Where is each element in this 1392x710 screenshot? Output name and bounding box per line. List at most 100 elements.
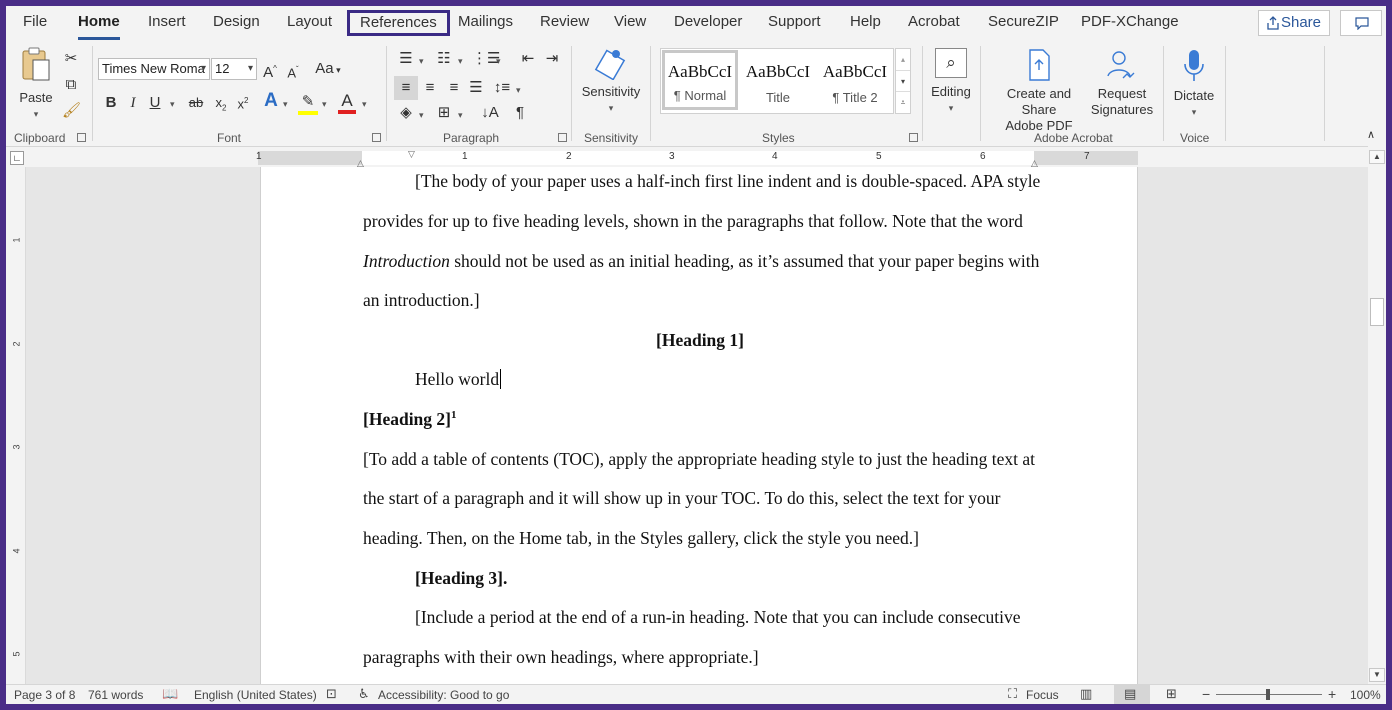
font-color-dropdown-icon[interactable]: ▾ xyxy=(362,99,367,110)
zoom-slider-thumb[interactable] xyxy=(1266,689,1270,700)
scroll-down-icon[interactable]: ▼ xyxy=(1369,668,1385,682)
font-color-icon[interactable]: A xyxy=(338,92,356,114)
italic-button[interactable]: I xyxy=(126,94,140,112)
multilevel-list-icon[interactable]: ⋮☰ xyxy=(472,50,500,68)
print-layout-icon[interactable]: ▤ xyxy=(1124,686,1136,702)
strikethrough-button[interactable]: ab xyxy=(186,94,206,112)
paragraph-launcher[interactable] xyxy=(558,133,567,142)
grow-font-icon[interactable]: A^ xyxy=(260,60,280,82)
text-effects-dropdown-icon[interactable]: ▾ xyxy=(283,99,288,110)
tab-securezip[interactable]: SecureZIP xyxy=(988,13,1059,35)
bullets-icon[interactable]: ☰ xyxy=(396,50,416,68)
tab-home[interactable]: Home xyxy=(78,13,120,40)
bold-button[interactable]: B xyxy=(104,94,118,112)
zoom-out-icon[interactable]: − xyxy=(1202,686,1210,702)
focus-icon[interactable]: ⛶ xyxy=(1008,686,1017,702)
sensitivity-button[interactable]: Sensitivity ▾ xyxy=(578,46,644,126)
copy-icon[interactable]: ⧉ xyxy=(62,76,80,94)
chevron-down-icon[interactable]: ▾ xyxy=(419,56,424,67)
tab-pdf-xchange[interactable]: PDF-XChange xyxy=(1081,13,1179,35)
font-size-select[interactable]: 12 ▾ xyxy=(211,58,257,80)
comments-button[interactable] xyxy=(1340,10,1382,36)
line-spacing-icon[interactable]: ↕≡ xyxy=(492,79,512,97)
shading-icon[interactable]: ◈ xyxy=(396,104,416,122)
chevron-down-icon[interactable]: ▾ xyxy=(458,56,463,67)
language[interactable]: English (United States) xyxy=(194,688,317,702)
tab-insert[interactable]: Insert xyxy=(148,13,186,35)
style-name: ¶ Title 2 xyxy=(832,90,878,105)
web-layout-icon[interactable]: ⊞ xyxy=(1166,686,1177,702)
borders-icon[interactable]: ⊞ xyxy=(434,104,454,122)
align-center-icon[interactable]: ≡ xyxy=(420,79,440,97)
accessibility-status[interactable]: Accessibility: Good to go xyxy=(378,688,509,702)
request-signatures-button[interactable]: Request Signatures xyxy=(1090,48,1154,124)
focus-label[interactable]: Focus xyxy=(1026,688,1059,702)
style-title[interactable]: AaBbCcI Title xyxy=(740,50,816,110)
zoom-in-icon[interactable]: + xyxy=(1328,686,1336,702)
paste-button[interactable]: Paste ▾ xyxy=(14,46,58,122)
first-line-indent-marker[interactable]: ▽ xyxy=(408,149,415,160)
cut-icon[interactable]: ✂ xyxy=(62,50,80,68)
change-case-button[interactable]: Aa ▾ xyxy=(311,60,345,79)
justify-icon[interactable]: ☰ xyxy=(466,79,486,97)
read-mode-icon[interactable]: ▥ xyxy=(1080,686,1092,702)
tab-support[interactable]: Support xyxy=(768,13,821,35)
accessibility-icon[interactable]: ♿ xyxy=(358,686,370,702)
create-share-pdf-button[interactable]: Create and Share Adobe PDF xyxy=(988,48,1090,133)
format-painter-icon[interactable]: 🖌 xyxy=(62,102,81,120)
dictate-button[interactable]: Dictate ▾ xyxy=(1168,48,1220,124)
tab-references[interactable]: References xyxy=(347,10,450,36)
vertical-scrollbar[interactable]: ▲ ▼ xyxy=(1368,140,1386,684)
font-launcher[interactable] xyxy=(372,133,381,142)
tab-view[interactable]: View xyxy=(614,13,646,35)
highlight-icon[interactable]: ✎ xyxy=(298,93,318,115)
tab-developer[interactable]: Developer xyxy=(674,13,742,35)
sort-icon[interactable]: ↓A xyxy=(480,104,500,122)
scroll-thumb[interactable] xyxy=(1370,298,1384,326)
highlight-dropdown-icon[interactable]: ▾ xyxy=(322,99,327,110)
superscript-button[interactable]: x2 xyxy=(234,92,252,113)
tab-review[interactable]: Review xyxy=(540,13,589,35)
word-count[interactable]: 761 words xyxy=(88,688,143,702)
underline-dropdown-icon[interactable]: ▾ xyxy=(170,99,175,110)
style-normal[interactable]: AaBbCcI ¶ Normal xyxy=(662,50,738,110)
shrink-font-icon[interactable]: Aˇ xyxy=(284,61,302,82)
page-count[interactable]: Page 3 of 8 xyxy=(14,688,75,702)
tab-help[interactable]: Help xyxy=(850,13,881,35)
proofing-icon[interactable]: 📖 xyxy=(162,686,178,702)
share-button[interactable]: Share xyxy=(1258,10,1330,36)
tab-file[interactable]: File xyxy=(23,13,47,35)
font-name-select[interactable]: Times New Roma ▾ xyxy=(98,58,210,80)
tab-design[interactable]: Design xyxy=(213,13,260,35)
decrease-indent-icon[interactable]: ⇤ xyxy=(518,50,538,68)
chevron-down-icon[interactable]: ▾ xyxy=(896,70,910,91)
styles-launcher[interactable] xyxy=(909,133,918,142)
text-effects-icon[interactable]: A xyxy=(262,91,280,110)
chevron-down-icon[interactable]: ▾ xyxy=(458,110,463,121)
subscript-button[interactable]: x2 xyxy=(212,94,230,118)
tab-layout[interactable]: Layout xyxy=(287,13,332,35)
separator xyxy=(1324,46,1325,141)
scroll-up-icon[interactable]: ▲ xyxy=(1369,150,1385,164)
clipboard-launcher[interactable] xyxy=(77,133,86,142)
style-title-2[interactable]: AaBbCcI ¶ Title 2 xyxy=(817,50,893,110)
macro-icon[interactable]: ⊡ xyxy=(326,686,337,702)
align-left-icon[interactable]: ≡ xyxy=(394,76,418,100)
zoom-level[interactable]: 100% xyxy=(1350,688,1381,702)
chevron-down-icon[interactable]: ▾ xyxy=(419,110,424,121)
document-page[interactable]: [The body of your paper uses a half-inch… xyxy=(260,167,1138,684)
numbering-icon[interactable]: ☷ xyxy=(434,50,454,68)
chevron-down-icon[interactable]: ▾ xyxy=(496,56,501,67)
editing-button[interactable]: ⌕ Editing ▾ xyxy=(926,48,976,120)
more-styles-icon[interactable]: ⩡ xyxy=(896,91,910,112)
tab-mailings[interactable]: Mailings xyxy=(458,13,513,35)
chevron-up-icon[interactable]: ▴ xyxy=(896,49,910,70)
chevron-down-icon[interactable]: ▾ xyxy=(516,85,521,96)
increase-indent-icon[interactable]: ⇥ xyxy=(542,50,562,68)
tab-acrobat[interactable]: Acrobat xyxy=(908,13,960,35)
tab-selector-icon[interactable]: ∟ xyxy=(10,151,24,165)
styles-scroll[interactable]: ▴ ▾ ⩡ xyxy=(895,48,911,114)
show-formatting-icon[interactable]: ¶ xyxy=(510,104,530,122)
align-right-icon[interactable]: ≡ xyxy=(444,79,464,97)
underline-button[interactable]: U xyxy=(148,94,162,112)
